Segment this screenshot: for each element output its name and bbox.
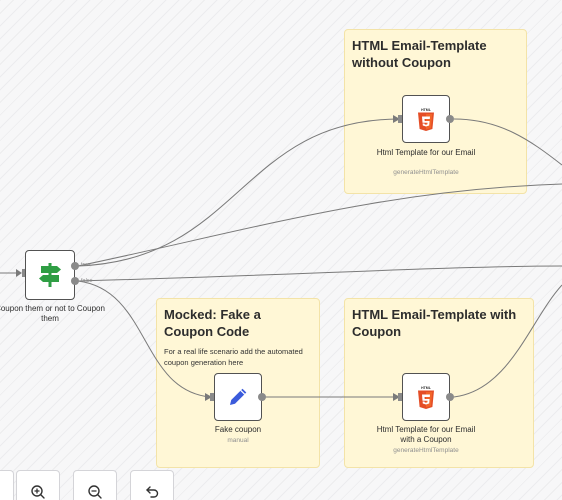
node-label: Fake coupon (214, 425, 262, 434)
output-handle-false[interactable] (71, 277, 79, 285)
html-template-node[interactable]: HTML (402, 95, 450, 143)
fit-view-button[interactable] (0, 470, 14, 500)
output-handle[interactable] (446, 115, 454, 123)
output-handle-true[interactable] (71, 262, 79, 270)
switch-node[interactable] (25, 250, 75, 300)
svg-text:HTML: HTML (421, 386, 432, 390)
html5-icon: HTML (418, 386, 434, 409)
svg-text:HTML: HTML (421, 108, 432, 112)
signpost-icon (39, 263, 61, 287)
output-handle[interactable] (258, 393, 266, 401)
zoom-in-icon (31, 485, 45, 499)
html-template-with-coupon-node[interactable]: HTML (402, 373, 450, 421)
connection-false-to-fake-coupon (77, 280, 211, 398)
node-label: Html Template for our Email with a Coupo… (376, 425, 476, 444)
node-label: Html Template for our Email (376, 148, 476, 157)
zoom-out-button[interactable] (73, 470, 117, 500)
branch-label-true: true (81, 262, 91, 268)
workflow-canvas[interactable]: HTML Email-Template without Coupon Mocke… (0, 0, 562, 500)
connection-false-offscreen (77, 265, 562, 282)
connection-html-template-out (453, 118, 562, 166)
branch-label-false: false (81, 278, 93, 284)
node-subtitle: manual (227, 437, 249, 444)
pencil-icon (230, 388, 247, 405)
undo-icon (146, 486, 159, 498)
connection-true-offscreen (77, 183, 562, 267)
zoom-out-icon (88, 485, 102, 499)
zoom-in-button[interactable] (16, 470, 60, 500)
html5-icon: HTML (418, 108, 434, 131)
node-subtitle: generateHtmlTemplate (393, 169, 459, 176)
connection-true-to-html-template (77, 118, 399, 267)
undo-button[interactable] (130, 470, 174, 500)
fake-coupon-node[interactable] (214, 373, 262, 421)
output-handle[interactable] (446, 393, 454, 401)
connection-html-coupon-template-out (453, 284, 562, 398)
node-label: Coupon them or not to Coupon them (0, 304, 105, 323)
node-subtitle: generateHtmlTemplate (393, 447, 459, 454)
